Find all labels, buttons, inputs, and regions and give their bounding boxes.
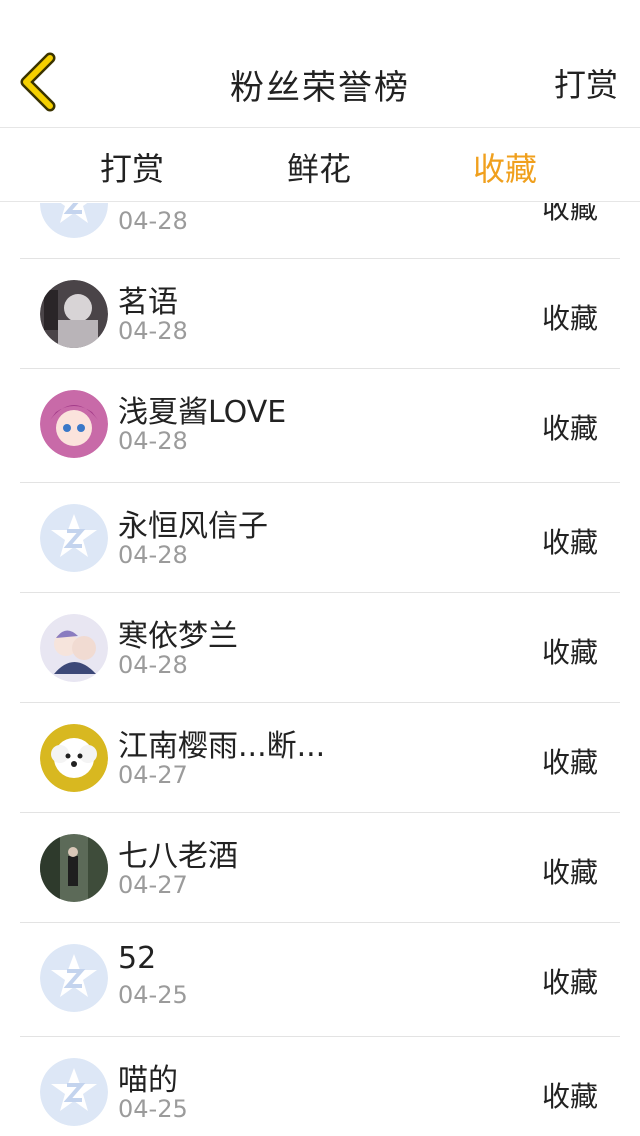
fan-date: 04-27	[118, 761, 188, 789]
page-title: 粉丝荣誉榜	[230, 68, 410, 108]
fan-name: 江南樱雨...断...	[118, 729, 326, 764]
fan-date: 04-28	[118, 541, 188, 569]
tip-button[interactable]: 打赏	[554, 60, 618, 106]
anime-couple-avatar-icon	[40, 614, 108, 682]
fan-action-label: 收藏	[541, 526, 598, 559]
photo-avatar-icon	[40, 280, 108, 348]
tab-tip[interactable]: 打赏	[67, 144, 197, 190]
default-avatar-icon	[40, 1058, 108, 1126]
fan-date: 04-28	[118, 427, 188, 455]
fan-name: 喵的	[118, 1063, 178, 1098]
fan-date: 04-27	[118, 871, 188, 899]
default-avatar-icon	[40, 504, 108, 572]
fan-action-label: 收藏	[541, 302, 598, 335]
fan-name: 52	[118, 941, 157, 976]
fan-action-label: 收藏	[541, 636, 598, 669]
list-item[interactable]: 喵的 04-25 收藏	[20, 1037, 620, 1136]
list-item[interactable]: 04-28 收藏	[20, 203, 620, 259]
fan-name: 寒依梦兰	[118, 619, 238, 654]
dog-avatar-icon	[40, 724, 108, 792]
fan-action-label: 收藏	[541, 856, 598, 889]
fan-action-label: 收藏	[541, 412, 598, 445]
fan-action-label: 收藏	[541, 746, 598, 779]
fan-date: 04-28	[118, 317, 188, 345]
fan-list[interactable]: 04-28 收藏 茗语 04-28 收藏 浅夏酱LOVE 04-28 收藏 永恒…	[0, 203, 640, 1136]
default-avatar-icon	[40, 203, 108, 238]
fan-name: 浅夏酱LOVE	[118, 395, 287, 430]
tab-bar: 打赏 鲜花 收藏	[0, 128, 640, 202]
list-item[interactable]: 永恒风信子 04-28 收藏	[20, 483, 620, 593]
fan-name: 永恒风信子	[118, 509, 268, 544]
tab-flowers[interactable]: 鲜花	[254, 144, 384, 190]
fan-action-label: 收藏	[541, 203, 598, 225]
fan-date: 04-28	[118, 651, 188, 679]
default-avatar-icon	[40, 944, 108, 1012]
list-item[interactable]: 52 04-25 收藏	[20, 923, 620, 1037]
list-item[interactable]: 江南樱雨...断... 04-27 收藏	[20, 703, 620, 813]
anime-avatar-icon	[40, 390, 108, 458]
list-item[interactable]: 浅夏酱LOVE 04-28 收藏	[20, 369, 620, 483]
fan-date: 04-28	[118, 207, 188, 235]
fan-name: 七八老酒	[118, 839, 238, 874]
street-photo-avatar-icon	[40, 834, 108, 902]
navigation-bar: 粉丝荣誉榜 打赏	[0, 0, 640, 128]
tab-favorites[interactable]: 收藏	[440, 144, 570, 190]
list-item[interactable]: 茗语 04-28 收藏	[20, 259, 620, 369]
fan-date: 04-25	[118, 981, 188, 1009]
list-item[interactable]: 七八老酒 04-27 收藏	[20, 813, 620, 923]
list-item[interactable]: 寒依梦兰 04-28 收藏	[20, 593, 620, 703]
fan-name: 茗语	[118, 285, 178, 320]
fan-action-label: 收藏	[541, 1080, 598, 1113]
fan-date: 04-25	[118, 1095, 188, 1123]
fan-action-label: 收藏	[541, 966, 598, 999]
